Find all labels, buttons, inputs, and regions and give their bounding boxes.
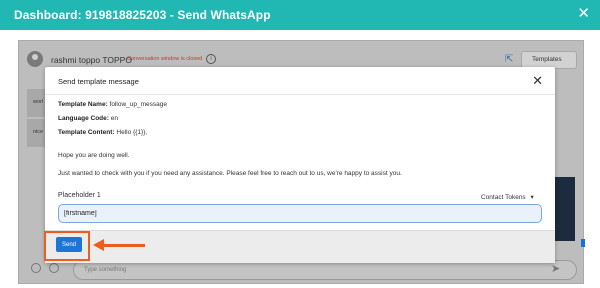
placeholder-label: Placeholder 1 [58, 192, 101, 199]
window-close-icon[interactable]: ✕ [577, 6, 590, 22]
modal-title: Send template message [58, 77, 139, 86]
message-body-line: Hope you are doing well. [58, 152, 130, 159]
templates-label: Templates [532, 56, 562, 63]
template-content-row: Template Content: Hello {{1}}, [58, 129, 147, 136]
placeholder-input[interactable] [58, 204, 542, 223]
contact-tokens-dropdown[interactable]: Contact Tokens ▾ [481, 193, 534, 201]
external-link-icon[interactable]: ⇱ [505, 54, 513, 65]
modal-header: Send template message ✕ [45, 67, 555, 95]
message-body-line: Just wanted to check with you if you nee… [58, 170, 402, 177]
message-input[interactable]: Type something [73, 260, 577, 280]
modal-close-icon[interactable]: ✕ [532, 73, 543, 89]
window-header: Dashboard: 919818825203 - Send WhatsApp … [0, 0, 600, 30]
template-name-row: Template Name: follow_up_message [58, 101, 167, 108]
emoji-icon[interactable] [31, 263, 41, 273]
info-icon[interactable]: i [206, 54, 216, 64]
language-code-row: Language Code: en [58, 115, 118, 122]
language-code-value: en [110, 115, 118, 122]
send-template-modal: Send template message ✕ Template Name: f… [45, 67, 555, 263]
conversation-status: Conversation window is closed [127, 56, 203, 62]
send-arrow-icon[interactable]: ➤ [551, 262, 560, 275]
media-preview [555, 177, 575, 241]
contact-tokens-label: Contact Tokens [481, 194, 526, 201]
language-code-label: Language Code: [58, 115, 109, 122]
send-button-highlight [44, 231, 90, 261]
window-title: Dashboard: 919818825203 - Send WhatsApp [14, 8, 271, 22]
avatar [27, 51, 43, 67]
template-name-value: follow_up_message [109, 101, 167, 108]
template-name-label: Template Name: [58, 101, 108, 108]
scroll-indicator [581, 239, 585, 247]
caret-down-icon: ▾ [530, 194, 534, 201]
pointer-arrow [103, 244, 145, 247]
attach-icon[interactable] [49, 263, 59, 273]
template-content-value: Hello {{1}}, [116, 129, 148, 136]
contact-name: rashmi toppo TOPPO [51, 55, 132, 65]
template-content-label: Template Content: [58, 129, 115, 136]
